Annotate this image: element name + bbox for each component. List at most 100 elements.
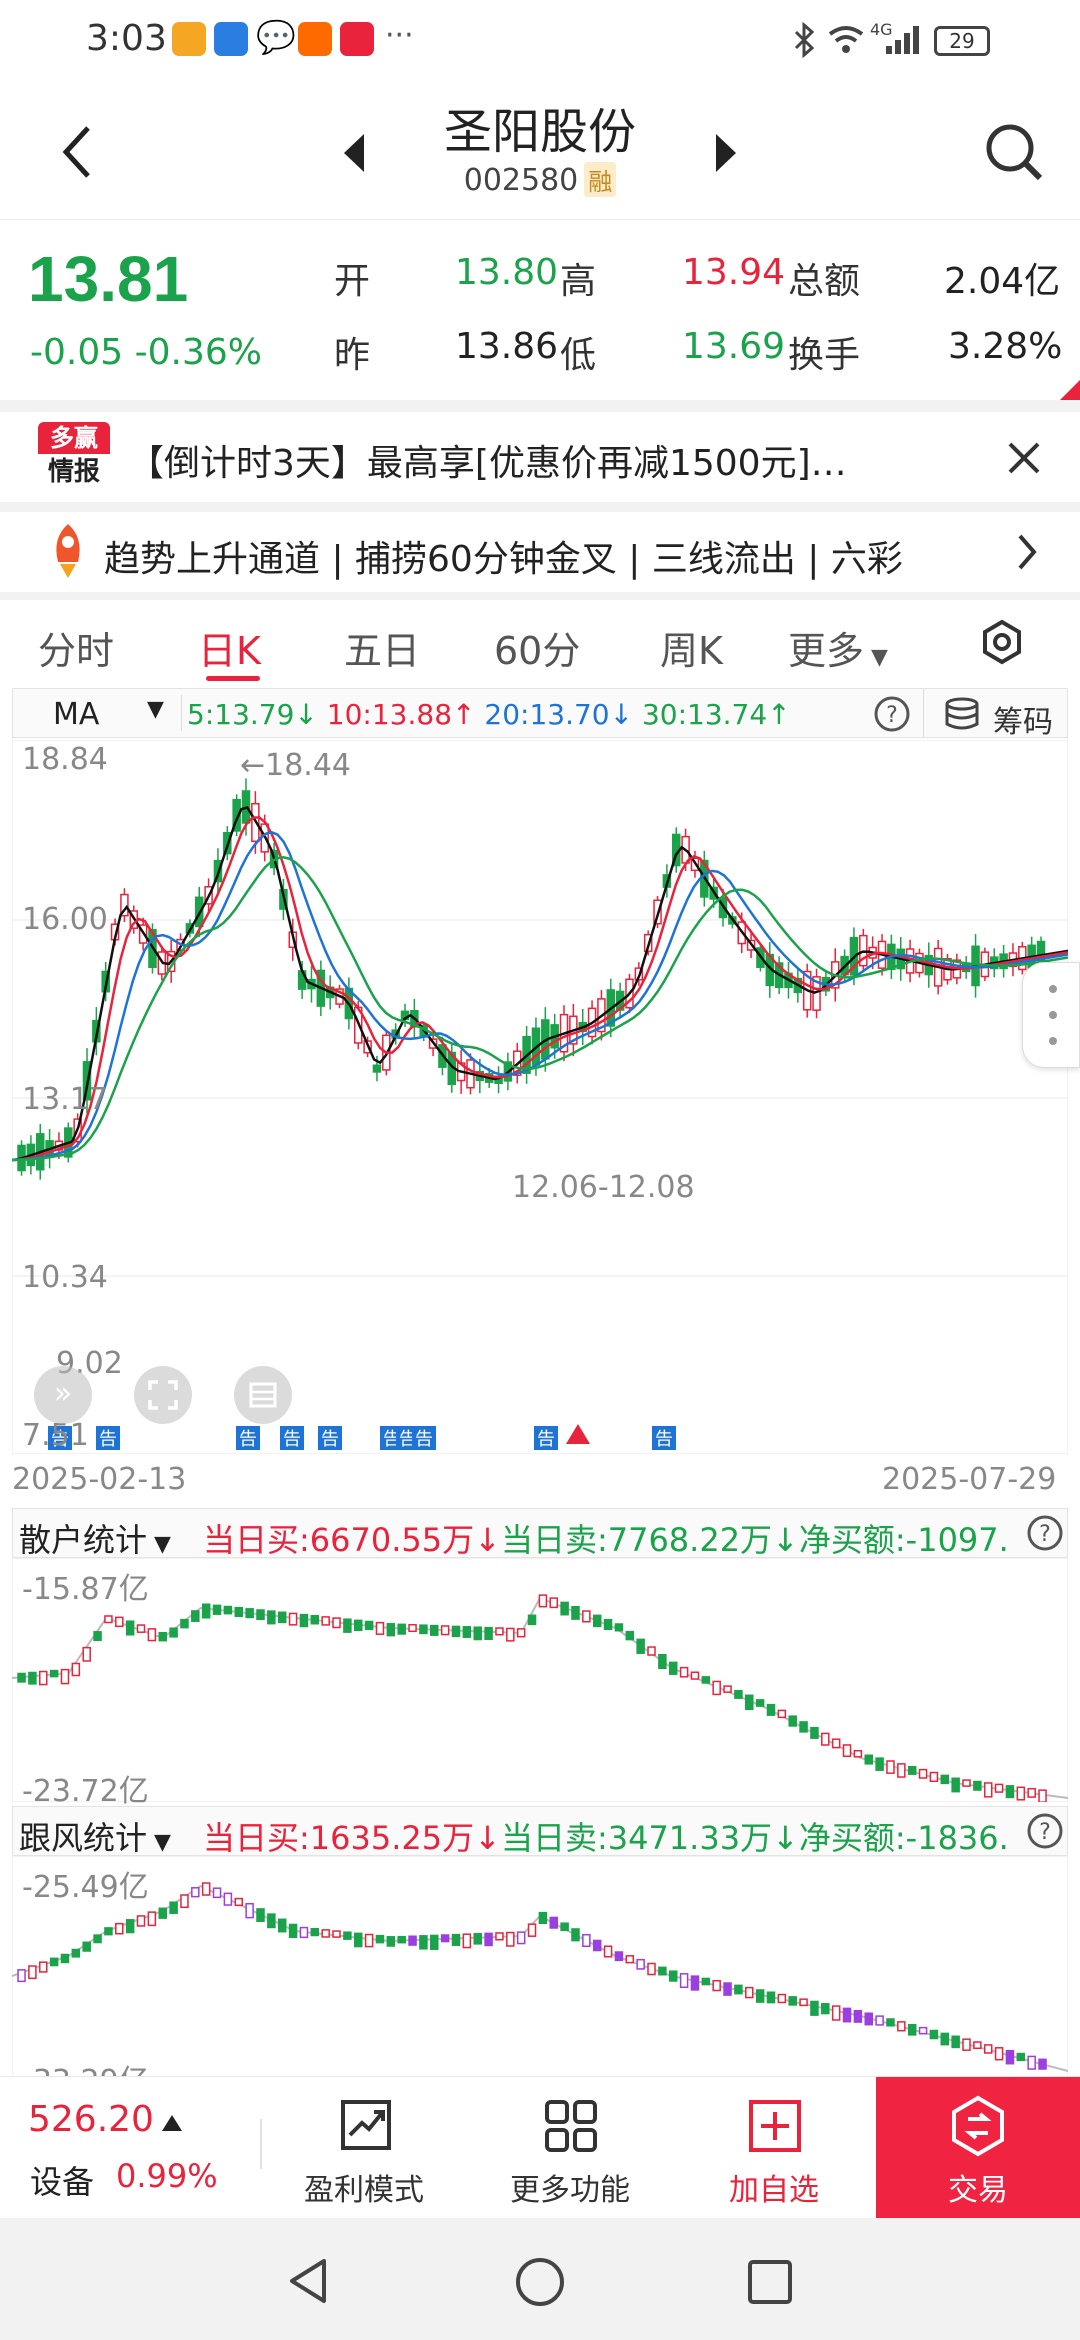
indicator-bar: [158, 1907, 167, 1919]
grid-icon: [545, 2100, 597, 2152]
tab-five-day[interactable]: 五日: [344, 620, 420, 675]
retail-stats-chart[interactable]: [12, 1558, 1068, 1802]
amount-value: 2.04亿: [944, 261, 1061, 302]
next-stock-icon[interactable]: [710, 128, 740, 178]
trade-icon: [952, 2095, 1004, 2157]
help-icon[interactable]: ?: [1026, 1812, 1064, 1850]
indicator-bar: [1038, 1789, 1047, 1802]
notification-app-icon: [340, 22, 374, 56]
trade-label: 交易: [948, 2173, 1008, 2208]
indicator-bar: [169, 1627, 178, 1638]
settings-icon[interactable]: [978, 618, 1026, 666]
indicator-bar: [658, 1966, 667, 1976]
fullscreen-button[interactable]: [134, 1366, 192, 1424]
indicator-bar: [842, 2007, 852, 2023]
expand-indicators-button[interactable]: »: [34, 1366, 92, 1424]
indicator-bar: [364, 1933, 374, 1948]
indicator-bar: [821, 1732, 830, 1746]
nav-recents-icon[interactable]: [746, 2258, 794, 2306]
ticker-text: 趋势上升通道 | 捕捞60分钟金叉 | 三线流出 | 六彩: [104, 539, 903, 580]
follow-stats-selector[interactable]: 跟风统计 ▼: [19, 1813, 171, 1859]
indicator-bar: [592, 1614, 602, 1628]
candlestick-chart[interactable]: 告告告告告告告告告告: [12, 740, 1068, 1454]
indicator-bar: [212, 1887, 222, 1899]
start-date: 2025-02-13: [12, 1462, 187, 1497]
indicator-bar: [473, 1933, 482, 1945]
indicator-bar: [582, 1933, 591, 1948]
trade-button[interactable]: 交易: [876, 2077, 1080, 2219]
indicator-bar: [940, 2032, 950, 2046]
ad-banner[interactable]: 多赢 情报 【倒计时3天】最高享[优惠价再减1500元]…: [0, 412, 1080, 500]
duoying-logo: 多赢 情报: [38, 422, 110, 490]
indicator-bar: [1016, 2052, 1026, 2062]
indicator-bar: [353, 1932, 363, 1948]
indicator-bar: [462, 1626, 472, 1638]
open-value: 13.80: [455, 252, 559, 293]
notice-marker: 告: [412, 1426, 436, 1450]
stock-header: 圣阳股份 002580 融: [0, 84, 1080, 220]
add-watchlist-button[interactable]: 加自选: [694, 2077, 854, 2219]
indicator-bar: [712, 1680, 721, 1696]
ma-values: 5:13.79↓ 10:13.88↑ 20:13.70↓ 30:13.74↑: [187, 698, 791, 731]
indicator-bar: [897, 2021, 906, 2032]
nav-home-icon[interactable]: [514, 2256, 566, 2308]
close-icon[interactable]: [1006, 440, 1042, 476]
indicator-bar: [484, 1626, 493, 1640]
y-label: 10.34: [22, 1260, 108, 1295]
indicator-bar: [82, 1646, 91, 1662]
help-icon[interactable]: ?: [873, 695, 911, 733]
tab-daily-k[interactable]: 日K: [198, 620, 261, 675]
indicator-bar: [907, 1766, 917, 1775]
price-change: -0.05 -0.36%: [30, 332, 262, 373]
svg-text:?: ?: [886, 703, 898, 728]
turnover-value: 3.28%: [948, 326, 1063, 367]
indicator-bar: [1016, 1786, 1026, 1801]
side-panel-handle[interactable]: [1022, 962, 1080, 1068]
tab-intraday[interactable]: 分时: [38, 620, 114, 675]
indicator-bar: [28, 1965, 37, 1980]
help-icon[interactable]: ?: [1026, 1514, 1064, 1552]
indicator-bar: [49, 1957, 59, 1967]
indicator-bar: [614, 1623, 624, 1632]
taobao-icon: [298, 22, 332, 56]
nav-back-icon[interactable]: [284, 2256, 332, 2306]
ma-selector[interactable]: MA: [53, 697, 99, 732]
add-watchlist-label: 加自选: [729, 2173, 819, 2208]
indicator-bar: [538, 1594, 548, 1608]
indicator-bar: [310, 1927, 320, 1937]
signal-ticker[interactable]: 趋势上升通道 | 捕捞60分钟金叉 | 三线流出 | 六彩: [0, 512, 1080, 592]
tab-60min[interactable]: 60分: [494, 620, 580, 675]
more-functions-button[interactable]: 更多功能: [490, 2077, 650, 2219]
indicator-bar: [875, 2015, 884, 2026]
chevron-right-icon[interactable]: [1014, 532, 1040, 572]
indicator-bar: [745, 1694, 754, 1711]
ma-indicator-bar: MA ▼ 5:13.79↓ 10:13.88↑ 20:13.70↓ 30:13.…: [12, 688, 1068, 741]
quote-panel: 13.81 -0.05 -0.36% 开 13.80 高 13.94 总额 2.…: [0, 222, 1080, 402]
ma-dropdown-icon[interactable]: ▼: [147, 697, 164, 722]
retail-stats-selector[interactable]: 散户统计 ▼: [19, 1515, 171, 1561]
drawing-tool-button[interactable]: [234, 1366, 292, 1424]
wechat-icon: 💬: [256, 18, 296, 56]
indicator-bar: [603, 1945, 613, 1958]
tab-weekly-k[interactable]: 周K: [660, 620, 723, 675]
sector-index-widget[interactable]: 526.20 设备 0.99%: [0, 2077, 250, 2219]
indicator-bar: [147, 1911, 157, 1927]
indicator-bar: [484, 1932, 493, 1947]
indicator-bar: [788, 1996, 797, 2006]
indicator-bar: [419, 1935, 428, 1950]
indicator-bar: [93, 1934, 102, 1944]
chips-button[interactable]: 筹码: [993, 697, 1053, 741]
indicator-bar: [864, 2012, 873, 2026]
indicator-bar: [658, 1653, 667, 1670]
follow-stats-chart[interactable]: [12, 1856, 1068, 2078]
tab-more[interactable]: 更多 ▼: [788, 620, 888, 675]
search-icon[interactable]: [982, 120, 1046, 184]
indicator-bar: [875, 1757, 884, 1771]
indicator-bar: [853, 1749, 863, 1758]
follow-top-label: -25.49亿: [22, 1870, 149, 1905]
profit-mode-button[interactable]: 盈利模式: [284, 2077, 444, 2219]
high-label: 高: [560, 261, 597, 302]
indicator-bar: [582, 1610, 591, 1623]
high-value: 13.94: [682, 252, 786, 293]
svg-text:告: 告: [283, 1429, 301, 1450]
